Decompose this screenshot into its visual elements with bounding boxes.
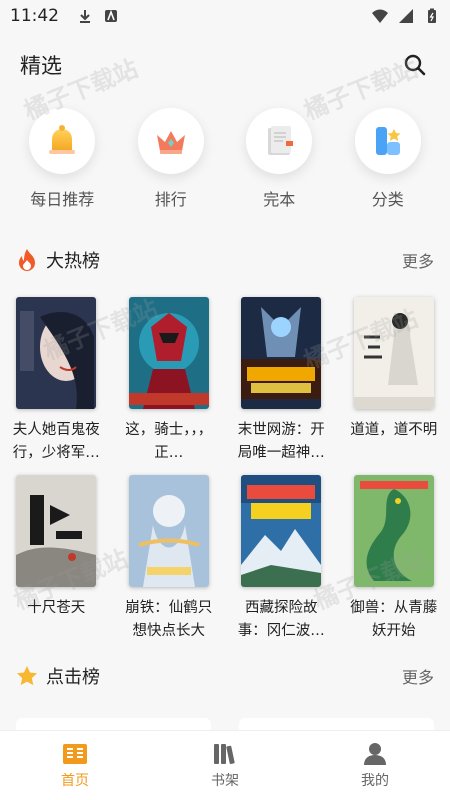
click-more-link[interactable]: 更多 [402, 664, 434, 688]
book-cover [241, 475, 322, 587]
bell-icon [49, 125, 76, 154]
home-icon [63, 743, 87, 764]
star-icon [17, 666, 37, 686]
download-icon [80, 10, 90, 23]
tab-mine[interactable]: 我的 [300, 731, 450, 800]
book-title: 这，骑士，，，正… [125, 422, 213, 461]
tab-bookshelf-label: 书架 [211, 772, 239, 789]
book-cover [353, 297, 434, 409]
tab-home[interactable]: 首页 [0, 731, 150, 800]
bookshelf-icon [214, 743, 235, 764]
book-title: 末世网游：开局唯一超神… [237, 422, 325, 461]
search-icon [404, 54, 426, 76]
book-title: 夫人她百鬼夜行，少将军… [12, 422, 100, 461]
click-section-header: 点击榜 更多 [0, 661, 450, 691]
status-time: 11:42 [10, 6, 59, 26]
book-card[interactable]: 道道，道不明 [338, 297, 450, 465]
daily-recommend-circle [29, 108, 96, 174]
search-button[interactable] [400, 50, 430, 80]
ranking-label: 排行 [154, 190, 187, 209]
tab-mine-label: 我的 [361, 772, 389, 789]
category-button[interactable]: 分类 [340, 108, 436, 218]
status-bar: 11:42 [0, 0, 450, 32]
daily-recommend-button[interactable]: 每日推荐 [14, 108, 110, 218]
category-circle [354, 108, 421, 174]
signal-icon [399, 9, 413, 23]
category-label: 分类 [371, 190, 404, 209]
completed-button[interactable]: 完本 [231, 108, 327, 218]
ranking-circle [137, 108, 204, 174]
book-cover [16, 475, 97, 587]
category-icon [375, 127, 401, 155]
bottom-tab-bar: 首页 书架 我的 [0, 730, 450, 800]
page-title: 精选 [20, 54, 62, 78]
book-title: 西藏探险故事：冈仁波… [237, 600, 325, 639]
daily-recommend-label: 每日推荐 [30, 190, 95, 209]
book-card[interactable]: 夫人她百鬼夜行，少将军… [0, 297, 113, 465]
book-card[interactable]: 御兽：从青藤妖开始 [338, 475, 450, 643]
book-title: 御兽：从青藤妖开始 [350, 600, 438, 639]
tab-home-label: 首页 [61, 772, 89, 789]
book-cover [241, 297, 322, 409]
book-card[interactable]: 十尺苍天 [0, 475, 113, 643]
hot-section-title: 大热榜 [46, 251, 100, 272]
book-icon [268, 126, 294, 155]
tab-bookshelf[interactable]: 书架 [150, 731, 300, 800]
hot-section-header: 大热榜 更多 [0, 245, 450, 275]
click-section-title: 点击榜 [46, 667, 100, 688]
wifi-icon [372, 9, 388, 23]
hot-more-link[interactable]: 更多 [402, 248, 434, 272]
book-card[interactable]: 末世网游：开局唯一超神… [225, 297, 338, 465]
book-card[interactable]: 西藏探险故事：冈仁波… [225, 475, 338, 643]
book-card[interactable]: 崩铁：仙鹤只想快点长大 [113, 475, 226, 643]
book-title: 崩铁：仙鹤只想快点长大 [125, 600, 213, 639]
completed-label: 完本 [263, 190, 296, 209]
battery-icon [428, 8, 436, 23]
book-title: 道道，道不明 [350, 422, 438, 438]
page-header: 精选 [0, 40, 450, 90]
user-icon [364, 742, 386, 765]
book-cover [128, 297, 209, 409]
ranking-button[interactable]: 排行 [123, 108, 219, 218]
book-cover [128, 475, 209, 587]
category-shortcuts: 每日推荐 排行 完本 分类 [0, 108, 450, 218]
hot-book-grid: 夫人她百鬼夜行，少将军… 这，骑士，，，正… 末世网游：开局唯一超神… 道道，道… [0, 297, 450, 643]
crown-icon [156, 131, 185, 154]
app-notification-icon [105, 9, 117, 22]
book-title: 十尺苍天 [27, 600, 86, 616]
book-cover [16, 297, 97, 409]
book-card[interactable]: 这，骑士，，，正… [113, 297, 226, 465]
book-cover [353, 475, 434, 587]
completed-circle [246, 108, 313, 174]
flame-icon [19, 249, 35, 271]
